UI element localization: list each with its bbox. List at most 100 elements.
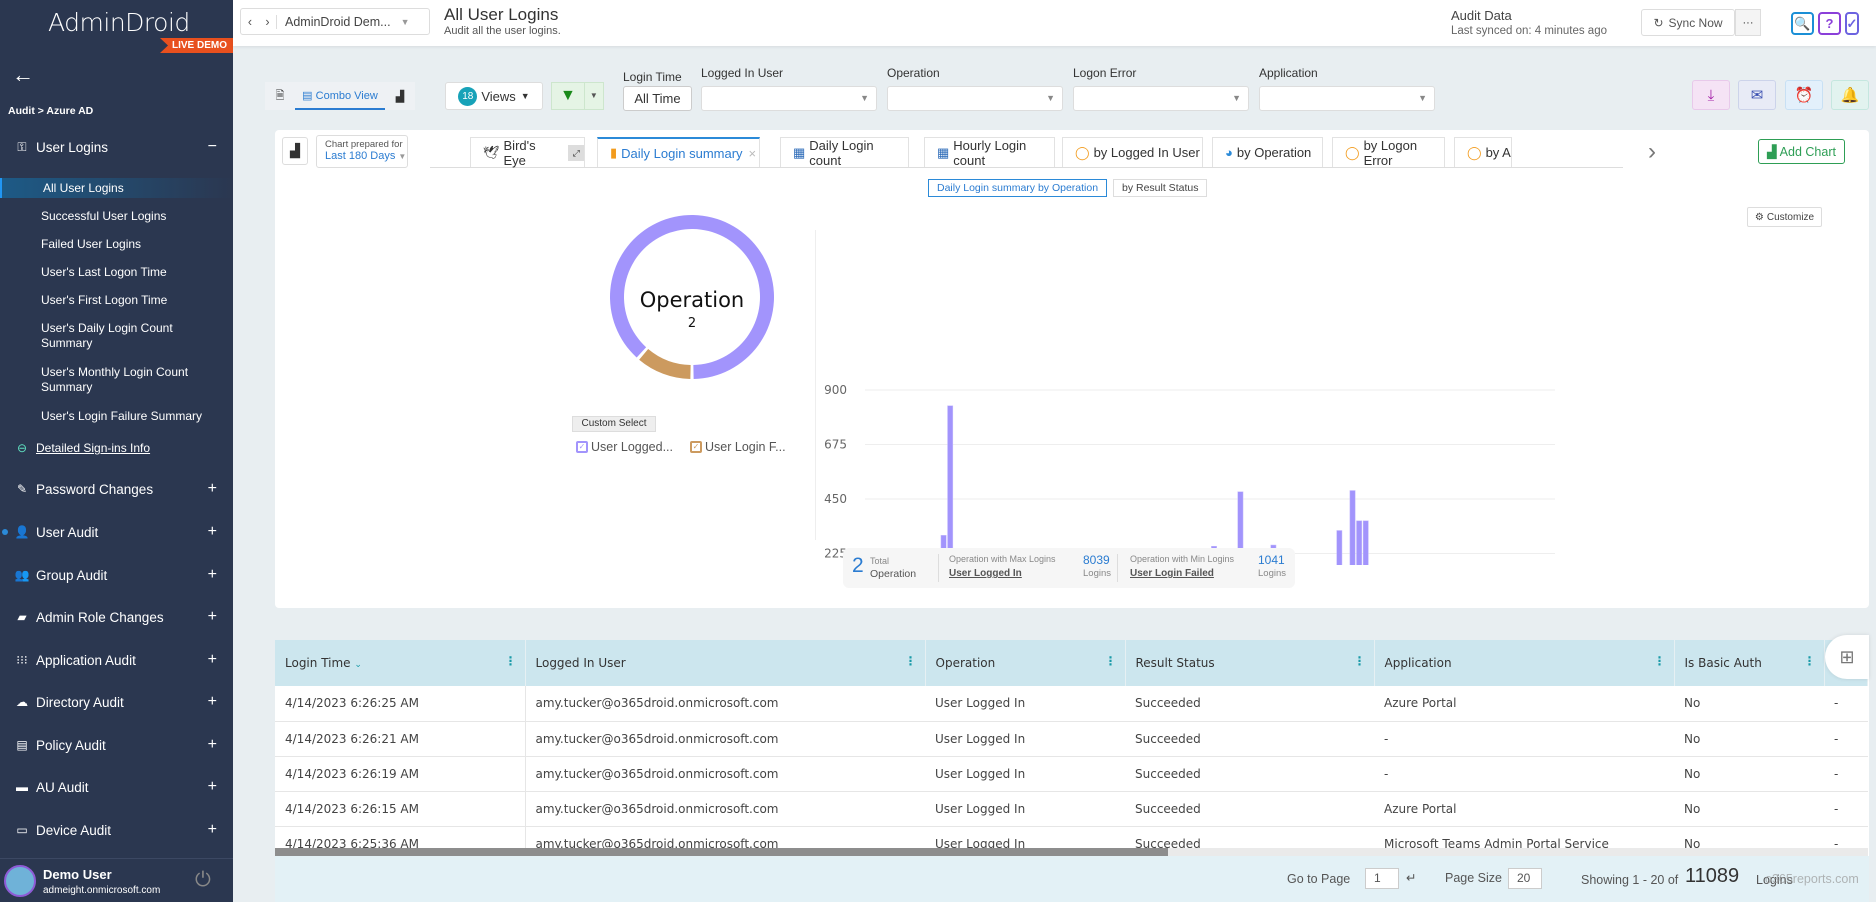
expand-icon[interactable]: + [208,480,217,498]
enter-icon[interactable]: ↵ [1406,870,1416,885]
sync-now-button[interactable]: ↻ Sync Now [1641,9,1735,36]
alert-icon[interactable]: 🔔 [1831,80,1869,110]
expand-icon[interactable]: ⤢ [568,144,584,161]
bar-user-logged-in[interactable] [1349,490,1356,565]
sidebar-item-last-logon-time[interactable]: User's Last Logon Time [0,265,233,280]
sidebar-item-first-logon-time[interactable]: User's First Logon Time [0,293,233,308]
views-dropdown[interactable]: 18 Views ▼ [445,82,543,110]
bar-user-logged-in[interactable] [947,405,954,549]
sidebar-group-admin-role-changes[interactable]: ▰ Admin Role Changes + [0,602,233,632]
sidebar-group-user-audit[interactable]: 👤 User Audit + [0,517,233,547]
logged-in-user-filter[interactable] [701,86,877,111]
column-header-logged-in-user[interactable]: Logged In User ⋮ [525,640,926,686]
legend-item-user-logged-in[interactable]: ✓ User Logged... [576,440,673,454]
sidebar-item-monthly-login-count[interactable]: User's Monthly Login Count Summary [0,365,200,395]
sort-desc-icon[interactable]: ⌄ [354,660,362,670]
table-row[interactable]: 4/14/2023 6:26:15 AM amy.tucker@o365droid… [275,791,1868,827]
sidebar-group-application-audit[interactable]: ⁝⁝⁝ Application Audit + [0,645,233,675]
expand-icon[interactable]: + [208,778,217,796]
application-filter[interactable] [1259,86,1435,111]
power-icon[interactable]: ⏻ [195,869,211,892]
column-menu-icon[interactable]: ⋮ [1354,654,1366,668]
go-to-page-input[interactable]: 1 [1365,868,1399,889]
page-size-input[interactable]: 20 [1508,868,1542,889]
customize-button[interactable]: ⚙ Customize [1747,207,1822,227]
tab-daily-login-count[interactable]: ▦ Daily Login count [780,137,909,168]
sidebar-item-daily-login-count[interactable]: User's Daily Login Count Summary [0,321,200,351]
segment-by-operation[interactable]: Daily Login summary by Operation [928,179,1108,197]
tab-birds-eye[interactable]: 🕊 Bird's Eye ⤢ [470,137,585,168]
scrollbar-thumb[interactable] [275,848,1168,856]
custom-select-button[interactable]: Custom Select [572,416,656,432]
close-icon[interactable]: × [749,146,757,161]
sidebar-group-device-audit[interactable]: ▭ Device Audit + [0,815,233,845]
combo-view-tab[interactable]: ▤ Combo View [295,82,385,110]
add-chart-button[interactable]: ▟ Add Chart [1758,139,1845,164]
tenant-switcher[interactable]: ‹ › AdminDroid Dem... ▼ [240,8,430,35]
tab-by-application[interactable]: ◯ by A [1454,137,1512,167]
expand-icon[interactable]: + [208,651,217,669]
tab-hourly-login-count[interactable]: ▦ Hourly Login count [924,137,1055,168]
sidebar-group-group-audit[interactable]: 👥 Group Audit + [0,560,233,590]
legend-item-user-login-failed[interactable]: ✓ User Login F... [690,440,786,454]
help-icon[interactable]: ? [1818,12,1841,35]
filter-button[interactable]: ▼ ▼ [551,82,604,110]
more-options-button[interactable]: ··· [1735,9,1761,36]
logon-error-filter[interactable] [1073,86,1249,111]
tab-daily-login-summary[interactable]: ▮ Daily Login summary × [597,137,760,167]
bar-user-logged-in[interactable] [1356,520,1363,565]
tab-by-logged-in-user[interactable]: ◯ by Logged In User [1062,137,1203,167]
filter-chevron-icon[interactable]: ▼ [583,83,603,109]
column-header-login-time[interactable]: Login Time ⌄ ⋮ [275,640,526,686]
sidebar-item-failed-user-logins[interactable]: Failed User Logins [0,237,233,252]
bar-user-logged-in[interactable] [1336,530,1343,565]
sidebar-item-all-user-logins[interactable]: All User Logins [0,178,233,198]
donut-slice-user-login-failed[interactable] [639,348,691,379]
nav-forward-icon[interactable]: › [259,14,277,29]
export-icon[interactable]: ⤓ [1692,80,1730,110]
report-view-icon[interactable]: 🗎 [265,87,295,106]
filter-icon[interactable]: ▼ [552,83,584,109]
expand-icon[interactable]: + [208,693,217,711]
email-icon[interactable]: ✉ [1738,80,1776,110]
sidebar-item-login-failure-summary[interactable]: User's Login Failure Summary [0,409,233,424]
table-row[interactable]: 4/14/2023 6:26:25 AM amy.tucker@o365droid… [275,686,1868,722]
sidebar-item-successful-user-logins[interactable]: Successful User Logins [0,209,233,224]
max-operation-link[interactable]: User Logged In [949,568,1022,579]
check-icon[interactable]: ✓ [1845,12,1859,35]
login-time-filter[interactable]: All Time [623,86,692,111]
column-header-is-basic-auth[interactable]: Is Basic Auth ⋮ [1674,640,1825,686]
schedule-icon[interactable]: ⏰ [1785,80,1823,110]
back-arrow-icon[interactable]: ← [12,62,34,88]
column-settings-icon[interactable]: ⊞ [1825,635,1869,679]
sidebar-group-policy-audit[interactable]: ▤ Policy Audit + [0,730,233,760]
column-menu-icon[interactable]: ⋮ [905,654,917,668]
sidebar-group-user-logins[interactable]: ⚿ User Logins − [0,132,233,162]
expand-icon[interactable]: + [208,821,217,839]
search-icon[interactable]: 🔍 [1791,12,1814,35]
expand-icon[interactable]: + [208,566,217,584]
expand-icon[interactable]: + [208,523,217,541]
chart-type-icon[interactable]: ▟ [282,137,308,165]
avatar[interactable] [4,865,36,897]
segment-by-result-status[interactable]: by Result Status [1113,179,1208,197]
bar-user-logged-in[interactable] [1362,520,1369,565]
operation-filter[interactable] [887,86,1063,111]
column-header-operation[interactable]: Operation ⋮ [925,640,1126,686]
table-row[interactable]: 4/14/2023 6:26:19 AM amy.tucker@o365droid… [275,756,1868,792]
chart-period-dropdown[interactable]: Chart prepared for Last 180 Days ▼ [316,135,408,168]
sidebar-group-password-changes[interactable]: ✎ Password Changes + [0,474,233,504]
expand-icon[interactable]: + [208,608,217,626]
tab-by-logon-error[interactable]: ◯ by Logon Error [1332,137,1445,168]
sidebar-group-au-audit[interactable]: ▬ AU Audit + [0,772,233,802]
min-operation-link[interactable]: User Login Failed [1130,568,1214,579]
sidebar-link-detailed-signins[interactable]: ⊖ Detailed Sign-ins Info [0,433,233,463]
horizontal-scrollbar[interactable] [275,848,1868,856]
chevron-down-icon[interactable]: ▼ [401,17,410,27]
collapse-icon[interactable]: − [208,138,217,156]
table-row[interactable]: 4/14/2023 6:26:21 AM amy.tucker@o365droid… [275,721,1868,757]
expand-icon[interactable]: + [208,736,217,754]
column-menu-icon[interactable]: ⋮ [1654,654,1666,668]
column-menu-icon[interactable]: ⋮ [1105,654,1117,668]
chart-view-icon[interactable]: ▟ [385,90,415,103]
